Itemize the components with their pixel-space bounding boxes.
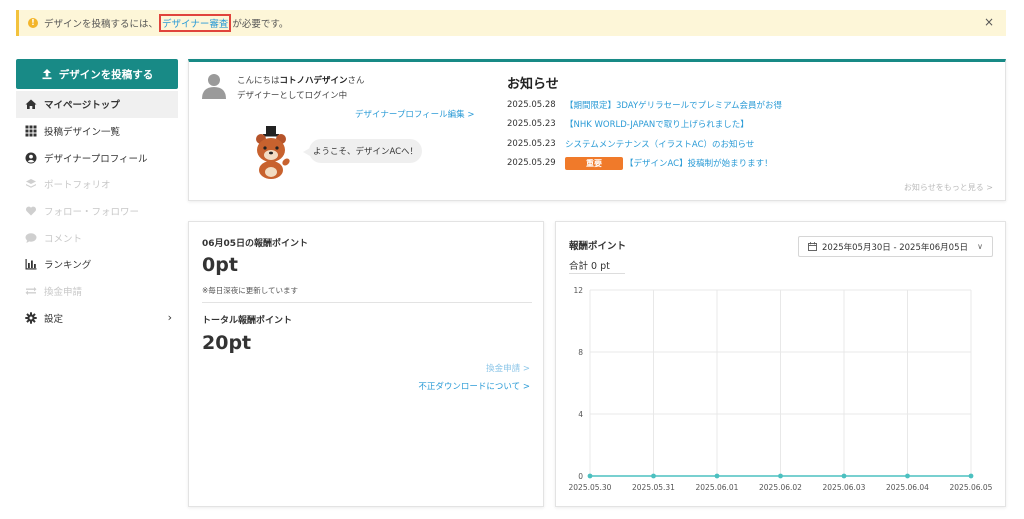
post-design-button[interactable]: デザインを投稿する	[16, 59, 178, 89]
sidebar-item-posted-designs[interactable]: 投稿デザイン一覧	[16, 118, 178, 145]
comment-icon	[25, 232, 37, 244]
bar-chart-icon	[25, 258, 37, 270]
y-tick-label: 4	[578, 410, 583, 419]
sidebar-item-label: 換金申請	[44, 287, 83, 299]
sidebar-item-designer-profile[interactable]: デザイナープロフィール	[16, 144, 178, 171]
important-badge: 重要	[565, 156, 623, 170]
dashboard-top-card: こんにちはコトノハデザインさん デザイナーとしてログイン中 デザイナープロフィー…	[188, 59, 1006, 201]
bear-mascot	[256, 126, 290, 179]
close-icon[interactable]: ×	[984, 15, 994, 29]
x-tick-label: 2025.05.30	[569, 483, 612, 492]
warning-icon: !	[28, 18, 38, 28]
sidebar-item-ranking[interactable]: ランキング	[16, 251, 178, 278]
chevron-right-icon: ›	[167, 311, 172, 325]
greeting: こんにちはコトノハデザインさん デザイナーとしてログイン中	[237, 74, 365, 104]
total-points-label: トータル報酬ポイント	[202, 316, 293, 326]
data-point	[651, 473, 656, 479]
x-tick-label: 2025.05.31	[632, 483, 675, 492]
sidebar-item-exchange[interactable]: 換金申請	[16, 278, 178, 305]
y-tick-label: 12	[573, 286, 583, 295]
data-point	[968, 473, 974, 479]
exchange-link[interactable]: 換金申請 >	[486, 362, 530, 374]
sidebar-nav: マイページトップ 投稿デザイン一覧 デザイナープロフィール ポートフォリオ フォ…	[16, 91, 178, 331]
news-more-link[interactable]: お知らせをもっと見る >	[904, 182, 993, 193]
sidebar-item-label: ランキング	[44, 260, 92, 272]
divider	[202, 302, 532, 303]
x-tick-label: 2025.06.04	[886, 483, 929, 492]
news-list: 2025.05.28 【期間限定】3DAYゲリラセールでプレミアム会員がお得 2…	[507, 95, 947, 173]
notice-bar: ! デザインを投稿するには、 デザイナー審査 が必要です。 ×	[16, 10, 1006, 36]
sidebar: デザインを投稿する マイページトップ 投稿デザイン一覧 デザイナープロフィール …	[16, 59, 178, 331]
points-card: 06月05日の報酬ポイント 0pt ※毎日深夜に更新しています トータル報酬ポイ…	[188, 221, 544, 507]
greeting-prefix: こんにちは	[237, 76, 280, 86]
sidebar-item-follow[interactable]: フォロー・フォロワー	[16, 198, 178, 225]
y-tick-label: 0	[578, 472, 583, 481]
news-item[interactable]: 2025.05.29 重要 【デザインAC】投稿制が始まります！	[507, 154, 947, 174]
news-text[interactable]: 【期間限定】3DAYゲリラセールでプレミアム会員がお得	[565, 99, 782, 111]
data-point	[841, 473, 847, 479]
sidebar-item-label: ポートフォリオ	[44, 180, 111, 192]
x-tick-label: 2025.06.03	[823, 483, 866, 492]
greeting-suffix: さん	[347, 76, 365, 86]
exchange-icon	[25, 285, 37, 297]
grid-icon	[25, 125, 37, 137]
news-item[interactable]: 2025.05.28 【期間限定】3DAYゲリラセールでプレミアム会員がお得	[507, 95, 947, 115]
user-name: コトノハデザイン	[279, 76, 348, 86]
post-design-label: デザインを投稿する	[58, 68, 154, 81]
news-title: お知らせ	[507, 77, 559, 92]
avatar	[202, 74, 226, 99]
welcome-bubble: ようこそ、デザインACへ！	[303, 139, 422, 163]
profile-edit-link[interactable]: デザイナープロフィール編集 >	[355, 108, 474, 120]
sidebar-item-mypage-top[interactable]: マイページトップ	[16, 91, 178, 118]
data-point	[778, 473, 783, 479]
data-point	[714, 473, 720, 479]
home-icon	[25, 98, 37, 110]
user-circle-icon	[25, 152, 37, 164]
y-tick-label: 8	[578, 348, 583, 357]
designer-review-link[interactable]: デザイナー審査	[159, 14, 232, 32]
notice-text-after: が必要です。	[232, 19, 289, 30]
news-date: 2025.05.23	[507, 119, 556, 130]
daily-points-label: 06月05日の報酬ポイント	[202, 239, 309, 249]
gear-icon	[25, 312, 37, 324]
fraud-download-link[interactable]: 不正ダウンロードについて >	[418, 380, 530, 392]
data-point	[905, 473, 910, 479]
x-tick-label: 2025.06.05	[950, 483, 993, 492]
sidebar-item-label: フォロー・フォロワー	[44, 207, 140, 219]
x-tick-label: 2025.06.02	[759, 483, 802, 492]
news-text[interactable]: 【デザインAC】投稿制が始まります！	[625, 157, 773, 169]
heart-icon	[25, 205, 37, 217]
total-points-value: 20pt	[202, 332, 252, 354]
sidebar-item-portfolio[interactable]: ポートフォリオ	[16, 171, 178, 198]
update-note: ※毎日深夜に更新しています	[202, 286, 299, 295]
sidebar-item-settings[interactable]: 設定 ›	[16, 305, 178, 332]
news-item[interactable]: 2025.05.23 システムメンテナンス（イラストAC）のお知らせ	[507, 134, 947, 154]
news-date: 2025.05.28	[507, 99, 556, 110]
layers-icon	[25, 178, 37, 190]
notice-text-before: デザインを投稿するには、	[44, 19, 159, 30]
news-item[interactable]: 2025.05.23 【NHK WORLD-JAPANで取り上げられました】	[507, 115, 947, 135]
x-tick-label: 2025.06.01	[696, 483, 739, 492]
reward-chart-card: 報酬ポイント 合計 0 pt 2025年05月30日 - 2025年06月05日…	[555, 221, 1006, 507]
sidebar-item-label: コメント	[44, 233, 83, 245]
data-point	[587, 473, 593, 479]
news-date: 2025.05.23	[507, 138, 556, 149]
sidebar-item-label: デザイナープロフィール	[44, 153, 148, 165]
reward-line-chart: 0 4 8 12 2025.05.30 2025.05.31 2025.06.01 2025.…	[569, 286, 993, 492]
sidebar-item-label: 設定	[44, 313, 64, 325]
sidebar-item-label: マイページトップ	[44, 100, 120, 112]
daily-points-value: 0pt	[202, 254, 238, 276]
sidebar-item-label: 投稿デザイン一覧	[44, 127, 121, 139]
login-status: デザイナーとしてログイン中	[237, 91, 348, 101]
news-date: 2025.05.29	[507, 158, 556, 169]
news-text[interactable]: 【NHK WORLD-JAPANで取り上げられました】	[565, 118, 749, 130]
news-text[interactable]: システムメンテナンス（イラストAC）のお知らせ	[565, 138, 754, 150]
upload-icon	[42, 69, 52, 80]
sidebar-item-comment[interactable]: コメント	[16, 224, 178, 251]
